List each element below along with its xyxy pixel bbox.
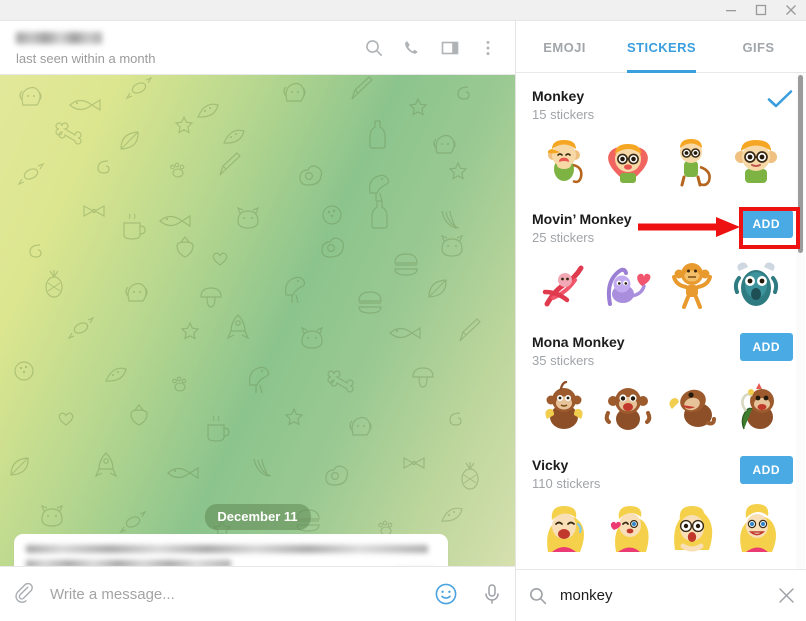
minimize-button[interactable] — [716, 0, 746, 21]
sticker-preview[interactable] — [660, 130, 724, 192]
sticker-preview[interactable] — [532, 253, 596, 315]
add-button[interactable]: ADD — [739, 456, 793, 484]
sticker-preview[interactable] — [660, 499, 724, 561]
search-icon[interactable] — [355, 21, 393, 75]
date-divider: December 11 — [204, 504, 311, 530]
sticker-preview[interactable] — [532, 376, 596, 438]
contact-status: last seen within a month — [16, 51, 156, 66]
sticker-pack: Movin’ Monkey 25 stickers ADD — [516, 196, 806, 319]
split-view-icon[interactable] — [431, 21, 469, 75]
phone-icon[interactable] — [393, 21, 431, 75]
sticker-preview[interactable] — [532, 499, 596, 561]
sticker-search-bar — [516, 569, 806, 621]
sticker-pack: Monkey 15 stickers — [516, 73, 806, 196]
sticker-pack: Mona Monkey 35 stickers ADD — [516, 319, 806, 442]
paperclip-icon[interactable] — [0, 567, 50, 621]
sticker-preview[interactable] — [724, 130, 788, 192]
close-button[interactable] — [776, 0, 806, 21]
pack-preview-row — [532, 130, 791, 192]
sticker-preview[interactable] — [532, 130, 596, 192]
pack-preview-row — [532, 253, 791, 315]
sticker-preview[interactable] — [596, 253, 660, 315]
doodle-pattern — [10, 76, 481, 538]
chat-pane: last seen within a month December 11 Wri… — [0, 21, 515, 621]
sticker-pack: Vicky 110 stickers ADD — [516, 442, 806, 565]
contact-name — [16, 32, 102, 44]
sticker-preview[interactable] — [724, 376, 788, 438]
tab-gifs[interactable]: GIFS — [710, 21, 806, 73]
close-icon[interactable] — [765, 587, 806, 604]
pack-action: ADD — [739, 210, 793, 238]
pack-title: Monkey — [532, 88, 585, 104]
message-text-line-1 — [26, 545, 428, 553]
sticker-preview[interactable] — [596, 130, 660, 192]
more-vertical-icon[interactable] — [469, 21, 507, 75]
pack-count: 15 stickers — [532, 107, 595, 122]
window-titlebar — [0, 0, 806, 21]
chat-header-actions — [355, 21, 507, 75]
message-input[interactable] — [50, 566, 423, 621]
chat-header: last seen within a month — [0, 21, 515, 75]
smiley-icon[interactable] — [423, 567, 469, 621]
sticker-preview[interactable] — [596, 376, 660, 438]
panel-tabs: EMOJI STICKERS GIFS — [516, 21, 806, 73]
pack-action: ADD — [739, 333, 793, 361]
sticker-panel: EMOJI STICKERS GIFS Monkey 15 stickers M… — [515, 21, 806, 621]
sticker-preview[interactable] — [596, 499, 660, 561]
pack-action: ADD — [739, 456, 793, 484]
tab-stickers[interactable]: STICKERS — [613, 21, 710, 73]
microphone-icon[interactable] — [469, 567, 515, 621]
pack-preview-row — [532, 499, 791, 561]
message-composer — [0, 566, 515, 621]
add-button[interactable]: ADD — [739, 333, 793, 361]
pack-preview-row — [532, 376, 791, 438]
search-icon — [516, 586, 560, 606]
add-button[interactable]: ADD — [739, 210, 793, 238]
sticker-pack-list: Monkey 15 stickers Movin’ Monkey 25 stic… — [516, 73, 806, 569]
sticker-preview[interactable] — [724, 253, 788, 315]
maximize-button[interactable] — [746, 0, 776, 21]
chat-background: December 11 — [0, 75, 515, 566]
sticker-preview[interactable] — [724, 499, 788, 561]
sticker-preview[interactable] — [660, 253, 724, 315]
telegram-window: last seen within a month December 11 Wri… — [0, 0, 806, 621]
sticker-preview[interactable] — [660, 376, 724, 438]
sticker-search-input[interactable] — [560, 587, 765, 604]
check-icon — [767, 87, 793, 114]
message-bubble[interactable] — [14, 534, 448, 566]
tab-emoji[interactable]: EMOJI — [516, 21, 613, 73]
sticker-scrollbar-thumb[interactable] — [798, 75, 803, 253]
pack-installed-check — [767, 87, 793, 114]
